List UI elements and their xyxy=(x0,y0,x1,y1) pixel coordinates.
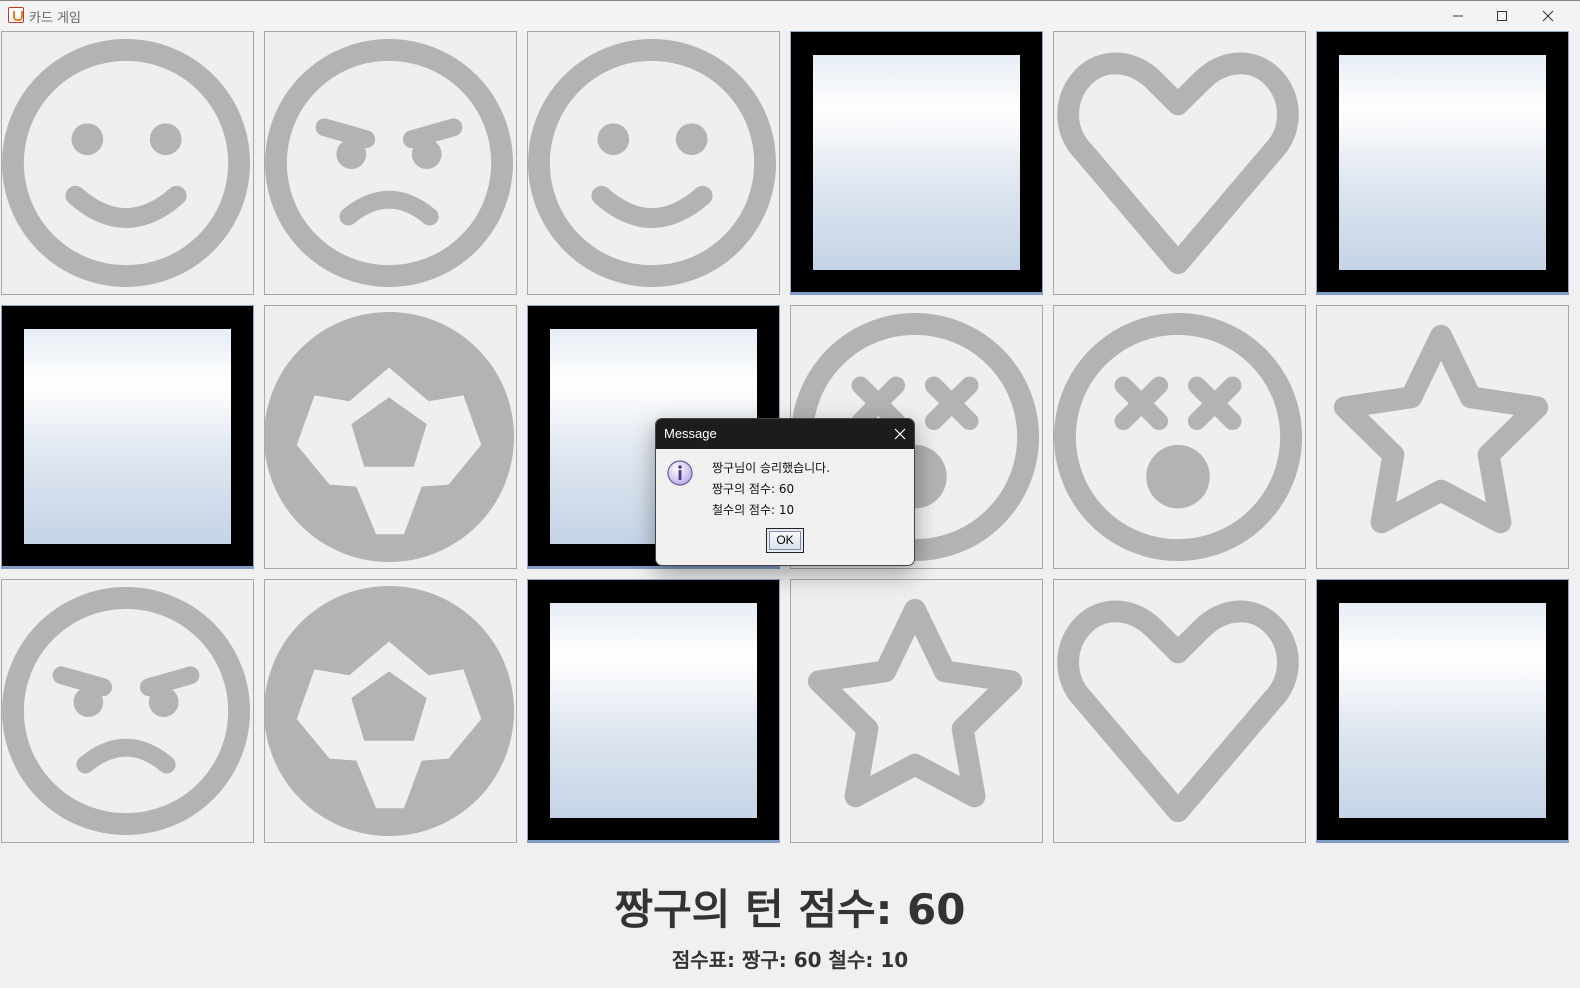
heart-icon xyxy=(1057,600,1299,823)
smile-face-icon xyxy=(2,38,251,288)
card-back-panel xyxy=(550,603,757,818)
dialog-message-line2: 짱구의 점수: 60 xyxy=(712,482,795,496)
turn-score-label: 짱구의 턴 점수: 60 xyxy=(614,885,966,934)
card-back-panel xyxy=(24,329,231,544)
card-dizzy-face[interactable] xyxy=(1053,305,1306,569)
ok-button-label: OK xyxy=(769,531,801,550)
card-back-panel xyxy=(813,55,1020,270)
minimize-button[interactable] xyxy=(1436,1,1480,31)
ok-button[interactable]: OK xyxy=(766,528,804,553)
card-back[interactable] xyxy=(790,31,1043,295)
heart-icon xyxy=(1057,52,1299,275)
minimize-icon xyxy=(1453,15,1463,17)
card-heart[interactable] xyxy=(1053,579,1306,843)
dizzy-face-icon xyxy=(1054,312,1303,562)
close-icon xyxy=(1542,10,1554,22)
java-app-icon xyxy=(8,7,24,23)
dialog-title-bar: Message xyxy=(656,419,914,449)
soccer-ball-icon xyxy=(265,586,514,836)
card-back-panel xyxy=(1339,55,1546,270)
star-icon xyxy=(807,598,1023,808)
window-title: 카드 게임 xyxy=(29,11,81,26)
message-dialog: Message 짱구님이 승리했습니다. 짱구의 점수: 60 철수의 점수: … xyxy=(655,418,915,566)
card-back[interactable] xyxy=(1316,579,1569,843)
card-soccer-ball[interactable] xyxy=(264,305,517,569)
scoreboard-label: 점수표: 짱구: 60 철수: 10 xyxy=(671,948,909,972)
card-back[interactable] xyxy=(527,579,780,843)
info-icon xyxy=(667,460,693,486)
angry-face-icon xyxy=(265,38,514,288)
card-smile-face[interactable] xyxy=(1,31,254,295)
soccer-ball-icon xyxy=(265,312,514,562)
card-back[interactable] xyxy=(1,305,254,569)
title-bar: 카드 게임 xyxy=(0,0,1580,31)
card-soccer-ball[interactable] xyxy=(264,579,517,843)
star-icon xyxy=(1333,324,1549,534)
dialog-close-icon[interactable] xyxy=(894,428,906,440)
card-back[interactable] xyxy=(1316,31,1569,295)
angry-face-icon xyxy=(2,586,251,836)
dialog-message-line1: 짱구님이 승리했습니다. xyxy=(712,461,831,475)
card-heart[interactable] xyxy=(1053,31,1306,295)
card-back-panel xyxy=(1339,603,1546,818)
card-angry-face[interactable] xyxy=(264,31,517,295)
card-star[interactable] xyxy=(1316,305,1569,569)
maximize-icon xyxy=(1497,11,1507,21)
smile-face-icon xyxy=(528,38,777,288)
maximize-button[interactable] xyxy=(1480,1,1524,31)
dialog-message-line3: 철수의 점수: 10 xyxy=(712,503,795,517)
card-smile-face[interactable] xyxy=(527,31,780,295)
dialog-title: Message xyxy=(664,426,717,441)
card-star[interactable] xyxy=(790,579,1043,843)
card-angry-face[interactable] xyxy=(1,579,254,843)
close-window-button[interactable] xyxy=(1526,1,1570,31)
